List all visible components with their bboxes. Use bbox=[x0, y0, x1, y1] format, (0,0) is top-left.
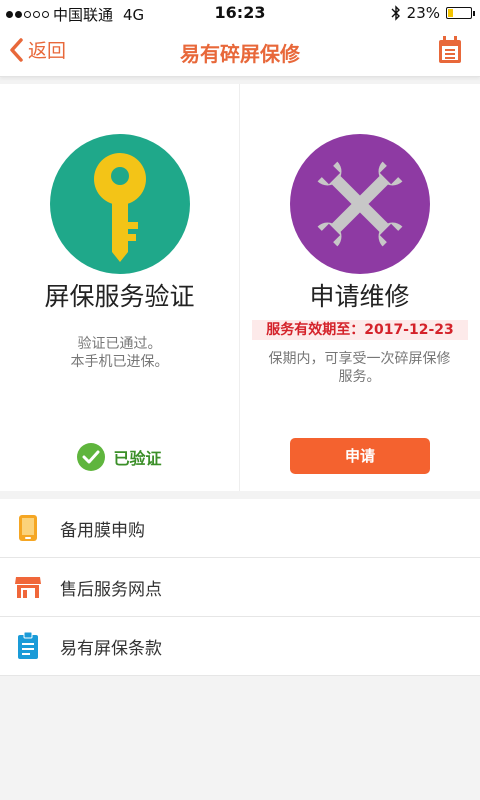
status-right: 23% bbox=[391, 4, 475, 22]
nav-bar: 返回 易有碎屏保修 bbox=[0, 26, 480, 77]
verify-card: 屏保服务验证 验证已通过。 本手机已进保。 已验证 bbox=[0, 84, 240, 491]
clipboard-icon bbox=[14, 631, 42, 661]
service-cards: 屏保服务验证 验证已通过。 本手机已进保。 已验证 申请维修 服务有效期至：20… bbox=[0, 84, 480, 491]
menu-item-label: 售后服务网点 bbox=[60, 579, 162, 600]
status-bar: 中国联通 4G 16:23 23% bbox=[0, 0, 480, 26]
menu-item-label: 备用膜申购 bbox=[60, 520, 145, 541]
verified-label: 已验证 bbox=[113, 449, 162, 468]
store-icon bbox=[14, 572, 42, 602]
battery-percent: 23% bbox=[406, 4, 440, 22]
repair-card: 申请维修 服务有效期至：2017-12-23 保期内，可享受一次碎屏保修 服务。… bbox=[240, 84, 479, 491]
calendar-button[interactable] bbox=[438, 36, 462, 68]
battery-icon bbox=[446, 7, 475, 19]
page-title: 易有碎屏保修 bbox=[180, 42, 300, 66]
menu-item-film-purchase[interactable]: 备用膜申购 bbox=[0, 499, 480, 558]
verify-desc-line2: 本手机已进保。 bbox=[70, 354, 169, 370]
menu-list: 备用膜申购 售后服务网点 易有屏保条款 bbox=[0, 499, 480, 676]
apply-button[interactable]: 申请 bbox=[290, 438, 430, 474]
repair-title: 申请维修 bbox=[309, 282, 410, 311]
key-icon bbox=[94, 153, 146, 262]
wrench-badge bbox=[290, 134, 430, 274]
bluetooth-icon bbox=[391, 5, 400, 21]
menu-item-label: 易有屏保条款 bbox=[60, 638, 162, 659]
calendar-icon bbox=[439, 36, 461, 63]
menu-item-service-points[interactable]: 售后服务网点 bbox=[0, 558, 480, 617]
key-badge bbox=[50, 134, 190, 274]
expiry-date: 服务有效期至：2017-12-23 bbox=[252, 320, 468, 340]
menu-item-terms[interactable]: 易有屏保条款 bbox=[0, 617, 480, 676]
phone-icon bbox=[14, 513, 42, 543]
verified-status: 已验证 bbox=[0, 443, 239, 471]
check-icon bbox=[77, 443, 106, 471]
wrench-icon bbox=[317, 161, 403, 247]
repair-desc-line2: 服务。 bbox=[338, 369, 381, 385]
verify-title: 屏保服务验证 bbox=[44, 282, 195, 311]
repair-desc-line1: 保期内，可享受一次碎屏保修 bbox=[268, 351, 451, 367]
verify-desc-line1: 验证已通过。 bbox=[77, 336, 162, 352]
